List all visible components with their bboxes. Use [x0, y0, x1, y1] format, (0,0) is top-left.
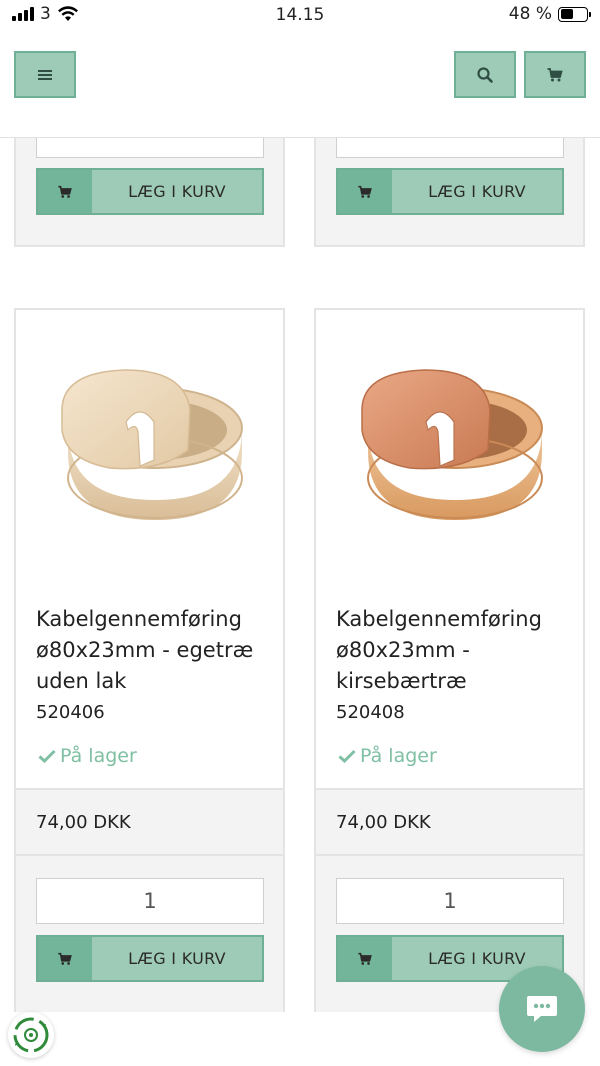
stock-label: På lager — [60, 745, 137, 767]
quantity-input[interactable]: 1 — [36, 878, 264, 924]
add-to-cart-icon-segment — [38, 937, 92, 980]
price-row: 74,00 DKK — [16, 788, 283, 856]
price-row: 74,00 DKK — [316, 788, 583, 856]
product-price: 74,00 DKK — [336, 812, 431, 833]
cart-button[interactable] — [524, 51, 586, 98]
cart-icon — [58, 185, 72, 198]
search-icon — [477, 66, 493, 83]
status-bar: 3 14.15 48 % — [0, 0, 600, 30]
site-header — [0, 30, 600, 138]
eco-badge[interactable] — [8, 1012, 54, 1058]
product-card-cherry: Kabelgennemføring ø80x23mm - kirsebærtræ… — [314, 308, 585, 1012]
product-image[interactable] — [16, 310, 283, 580]
add-to-cart-button[interactable]: LÆG I KURV — [36, 935, 264, 982]
product-title[interactable]: Kabelgennemføring ø80x23mm - kirsebærtræ — [336, 604, 571, 697]
add-to-cart-label: LÆG I KURV — [128, 182, 226, 201]
search-button[interactable] — [454, 51, 516, 98]
chat-icon — [527, 996, 557, 1022]
buy-area: 1 LÆG I KURV — [16, 856, 283, 1012]
stock-label: På lager — [360, 745, 437, 767]
cable-grommet-oak-image — [60, 369, 243, 520]
status-right: 48 % — [508, 4, 591, 24]
check-icon — [38, 749, 56, 763]
stock-status: På lager — [338, 745, 437, 767]
cable-grommet-cherry-image — [360, 369, 543, 520]
add-to-cart-button[interactable]: LÆG I KURV — [36, 168, 264, 215]
cart-icon — [358, 952, 372, 965]
product-price: 74,00 DKK — [36, 812, 131, 833]
cart-icon — [547, 67, 563, 81]
recycle-icon — [13, 1017, 49, 1053]
product-sku: 520406 — [36, 702, 105, 723]
check-icon — [338, 749, 356, 763]
add-to-cart-label: LÆG I KURV — [428, 182, 526, 201]
add-to-cart-icon-segment — [338, 937, 392, 980]
add-to-cart-label: LÆG I KURV — [128, 949, 226, 968]
add-to-cart-icon-segment — [38, 170, 92, 213]
chat-button[interactable] — [499, 966, 585, 1052]
battery-percent: 48 % — [508, 4, 552, 24]
stock-status: På lager — [38, 745, 137, 767]
product-card-oak: Kabelgennemføring ø80x23mm - egetræ uden… — [14, 308, 285, 1012]
product-sku: 520408 — [336, 702, 405, 723]
product-image[interactable] — [316, 310, 583, 580]
battery-fill — [560, 9, 573, 19]
battery-icon — [558, 6, 591, 22]
quantity-input[interactable]: 1 — [336, 878, 564, 924]
menu-button[interactable] — [14, 51, 76, 98]
add-to-cart-button[interactable]: LÆG I KURV — [336, 168, 564, 215]
cart-icon — [358, 185, 372, 198]
product-title[interactable]: Kabelgennemføring ø80x23mm - egetræ uden… — [36, 604, 271, 697]
cart-icon — [58, 952, 72, 965]
add-to-cart-icon-segment — [338, 170, 392, 213]
hamburger-icon — [38, 69, 52, 80]
